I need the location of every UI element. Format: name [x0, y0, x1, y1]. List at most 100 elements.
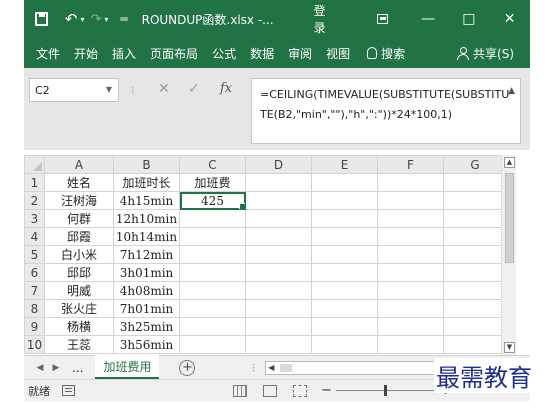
row-header[interactable]: 1 — [24, 173, 45, 192]
normal-view-icon[interactable] — [233, 384, 247, 397]
cell[interactable] — [377, 191, 444, 210]
next-sheet-icon[interactable]: ▶ — [48, 363, 64, 373]
cell-duration[interactable]: 10h14min — [113, 227, 180, 246]
cell[interactable] — [245, 281, 312, 300]
cell-duration[interactable]: 3h25min — [113, 317, 180, 336]
cell[interactable] — [443, 299, 507, 318]
cell[interactable] — [245, 227, 312, 246]
cell[interactable] — [443, 173, 507, 192]
cell[interactable] — [377, 227, 444, 246]
scroll-left-icon[interactable]: ◀ — [268, 363, 274, 372]
cell[interactable] — [311, 191, 378, 210]
column-header-e[interactable]: E — [311, 155, 378, 174]
cell[interactable] — [311, 335, 378, 354]
cell[interactable] — [245, 173, 312, 192]
cell-duration[interactable]: 12h10min — [113, 209, 180, 228]
cell[interactable] — [377, 209, 444, 228]
cell-name[interactable]: 何群 — [44, 209, 114, 228]
formula-input[interactable]: =CEILING(TIMEVALUE(SUBSTITUTE(SUBSTITUTE… — [251, 78, 521, 144]
cell-name[interactable]: 张火庄 — [44, 299, 114, 318]
cell[interactable] — [245, 191, 312, 210]
cell[interactable] — [179, 317, 246, 336]
cell[interactable] — [245, 317, 312, 336]
cancel-icon[interactable]: ✕ — [158, 81, 170, 97]
scroll-up-icon[interactable]: ▲ — [504, 157, 515, 168]
share-button[interactable]: 共享(S) — [457, 45, 514, 62]
login-link[interactable]: 登录 — [314, 2, 335, 36]
cell-name[interactable]: 王蕊 — [44, 335, 114, 354]
cell[interactable] — [443, 209, 507, 228]
cell[interactable] — [311, 281, 378, 300]
zoom-slider[interactable] — [335, 385, 436, 396]
maximize-button[interactable]: □ — [449, 11, 490, 27]
page-break-view-icon[interactable] — [293, 384, 307, 397]
cell[interactable] — [443, 317, 507, 336]
cell-name[interactable]: 明威 — [44, 281, 114, 300]
cell[interactable] — [377, 263, 444, 282]
tab-view[interactable]: 视图 — [319, 45, 357, 62]
close-button[interactable]: ✕ — [489, 11, 530, 27]
horizontal-scrollbar[interactable]: ◀ — [265, 360, 441, 375]
previous-sheet-icon[interactable]: ◀ — [32, 363, 48, 373]
tab-data[interactable]: 数据 — [243, 45, 281, 62]
cell-duration[interactable]: 7h01min — [113, 299, 180, 318]
ribbon-display-options-icon[interactable] — [376, 14, 388, 24]
column-header-d[interactable]: D — [245, 155, 312, 174]
header-cell-overtime[interactable]: 加班时长 — [113, 173, 180, 192]
header-cell-overtime-pay[interactable]: 加班费 — [179, 173, 246, 192]
collapse-formula-bar-icon[interactable]: ▲ — [508, 81, 515, 101]
column-header-a[interactable]: A — [44, 155, 114, 174]
column-header-c[interactable]: C — [179, 155, 246, 174]
cell-duration[interactable]: 4h08min — [113, 281, 180, 300]
cell[interactable] — [311, 317, 378, 336]
cell[interactable] — [311, 263, 378, 282]
customize-quick-access-icon[interactable]: ═ — [120, 12, 127, 26]
tab-split-handle[interactable]: ⁝ — [251, 361, 255, 375]
row-header[interactable]: 8 — [24, 299, 45, 318]
cell[interactable] — [311, 245, 378, 264]
select-all-corner[interactable] — [24, 155, 45, 174]
cell[interactable] — [443, 245, 507, 264]
name-box[interactable]: C2 ▼ — [29, 78, 119, 102]
horizontal-scrollbar-thumb[interactable] — [280, 363, 293, 372]
insert-function-icon[interactable]: fx — [220, 81, 232, 96]
row-header[interactable]: 10 — [24, 335, 45, 354]
macro-record-icon[interactable] — [62, 385, 75, 396]
cell[interactable] — [311, 299, 378, 318]
cell[interactable] — [377, 335, 444, 354]
vertical-scrollbar[interactable]: ▲ ▼ — [501, 155, 516, 355]
redo-dropdown-icon[interactable]: ▾ — [104, 15, 108, 24]
cell-name[interactable]: 白小米 — [44, 245, 114, 264]
cell-duration[interactable]: 4h15min — [113, 191, 180, 210]
cell[interactable] — [311, 209, 378, 228]
cell-name[interactable]: 邱霞 — [44, 227, 114, 246]
cell[interactable] — [245, 335, 312, 354]
row-header[interactable]: 7 — [24, 281, 45, 300]
active-cell[interactable]: 425 — [179, 191, 246, 210]
sheet-tab-active[interactable]: 加班费用 — [95, 355, 160, 379]
row-header[interactable]: 3 — [24, 209, 45, 228]
column-header-f[interactable]: F — [377, 155, 444, 174]
minimize-button[interactable]: — — [408, 11, 449, 27]
cell[interactable] — [245, 299, 312, 318]
header-cell-name[interactable]: 姓名 — [44, 173, 114, 192]
cell[interactable] — [179, 299, 246, 318]
cell[interactable] — [245, 209, 312, 228]
cell[interactable] — [377, 245, 444, 264]
scroll-down-icon[interactable]: ▼ — [504, 342, 515, 353]
cell[interactable] — [245, 263, 312, 282]
formula-bar-splitter[interactable]: ⁝ — [131, 84, 135, 97]
zoom-slider-thumb[interactable] — [383, 385, 387, 396]
row-header[interactable]: 2 — [24, 191, 45, 210]
cell[interactable] — [377, 281, 444, 300]
cell-duration[interactable]: 3h01min — [113, 263, 180, 282]
cell[interactable] — [443, 263, 507, 282]
cell[interactable] — [179, 227, 246, 246]
cell-name[interactable]: 邱邱 — [44, 263, 114, 282]
cell[interactable] — [377, 299, 444, 318]
cell[interactable] — [179, 281, 246, 300]
cell[interactable] — [311, 227, 378, 246]
cell[interactable] — [311, 173, 378, 192]
tab-review[interactable]: 审阅 — [281, 45, 319, 62]
cell[interactable] — [377, 317, 444, 336]
